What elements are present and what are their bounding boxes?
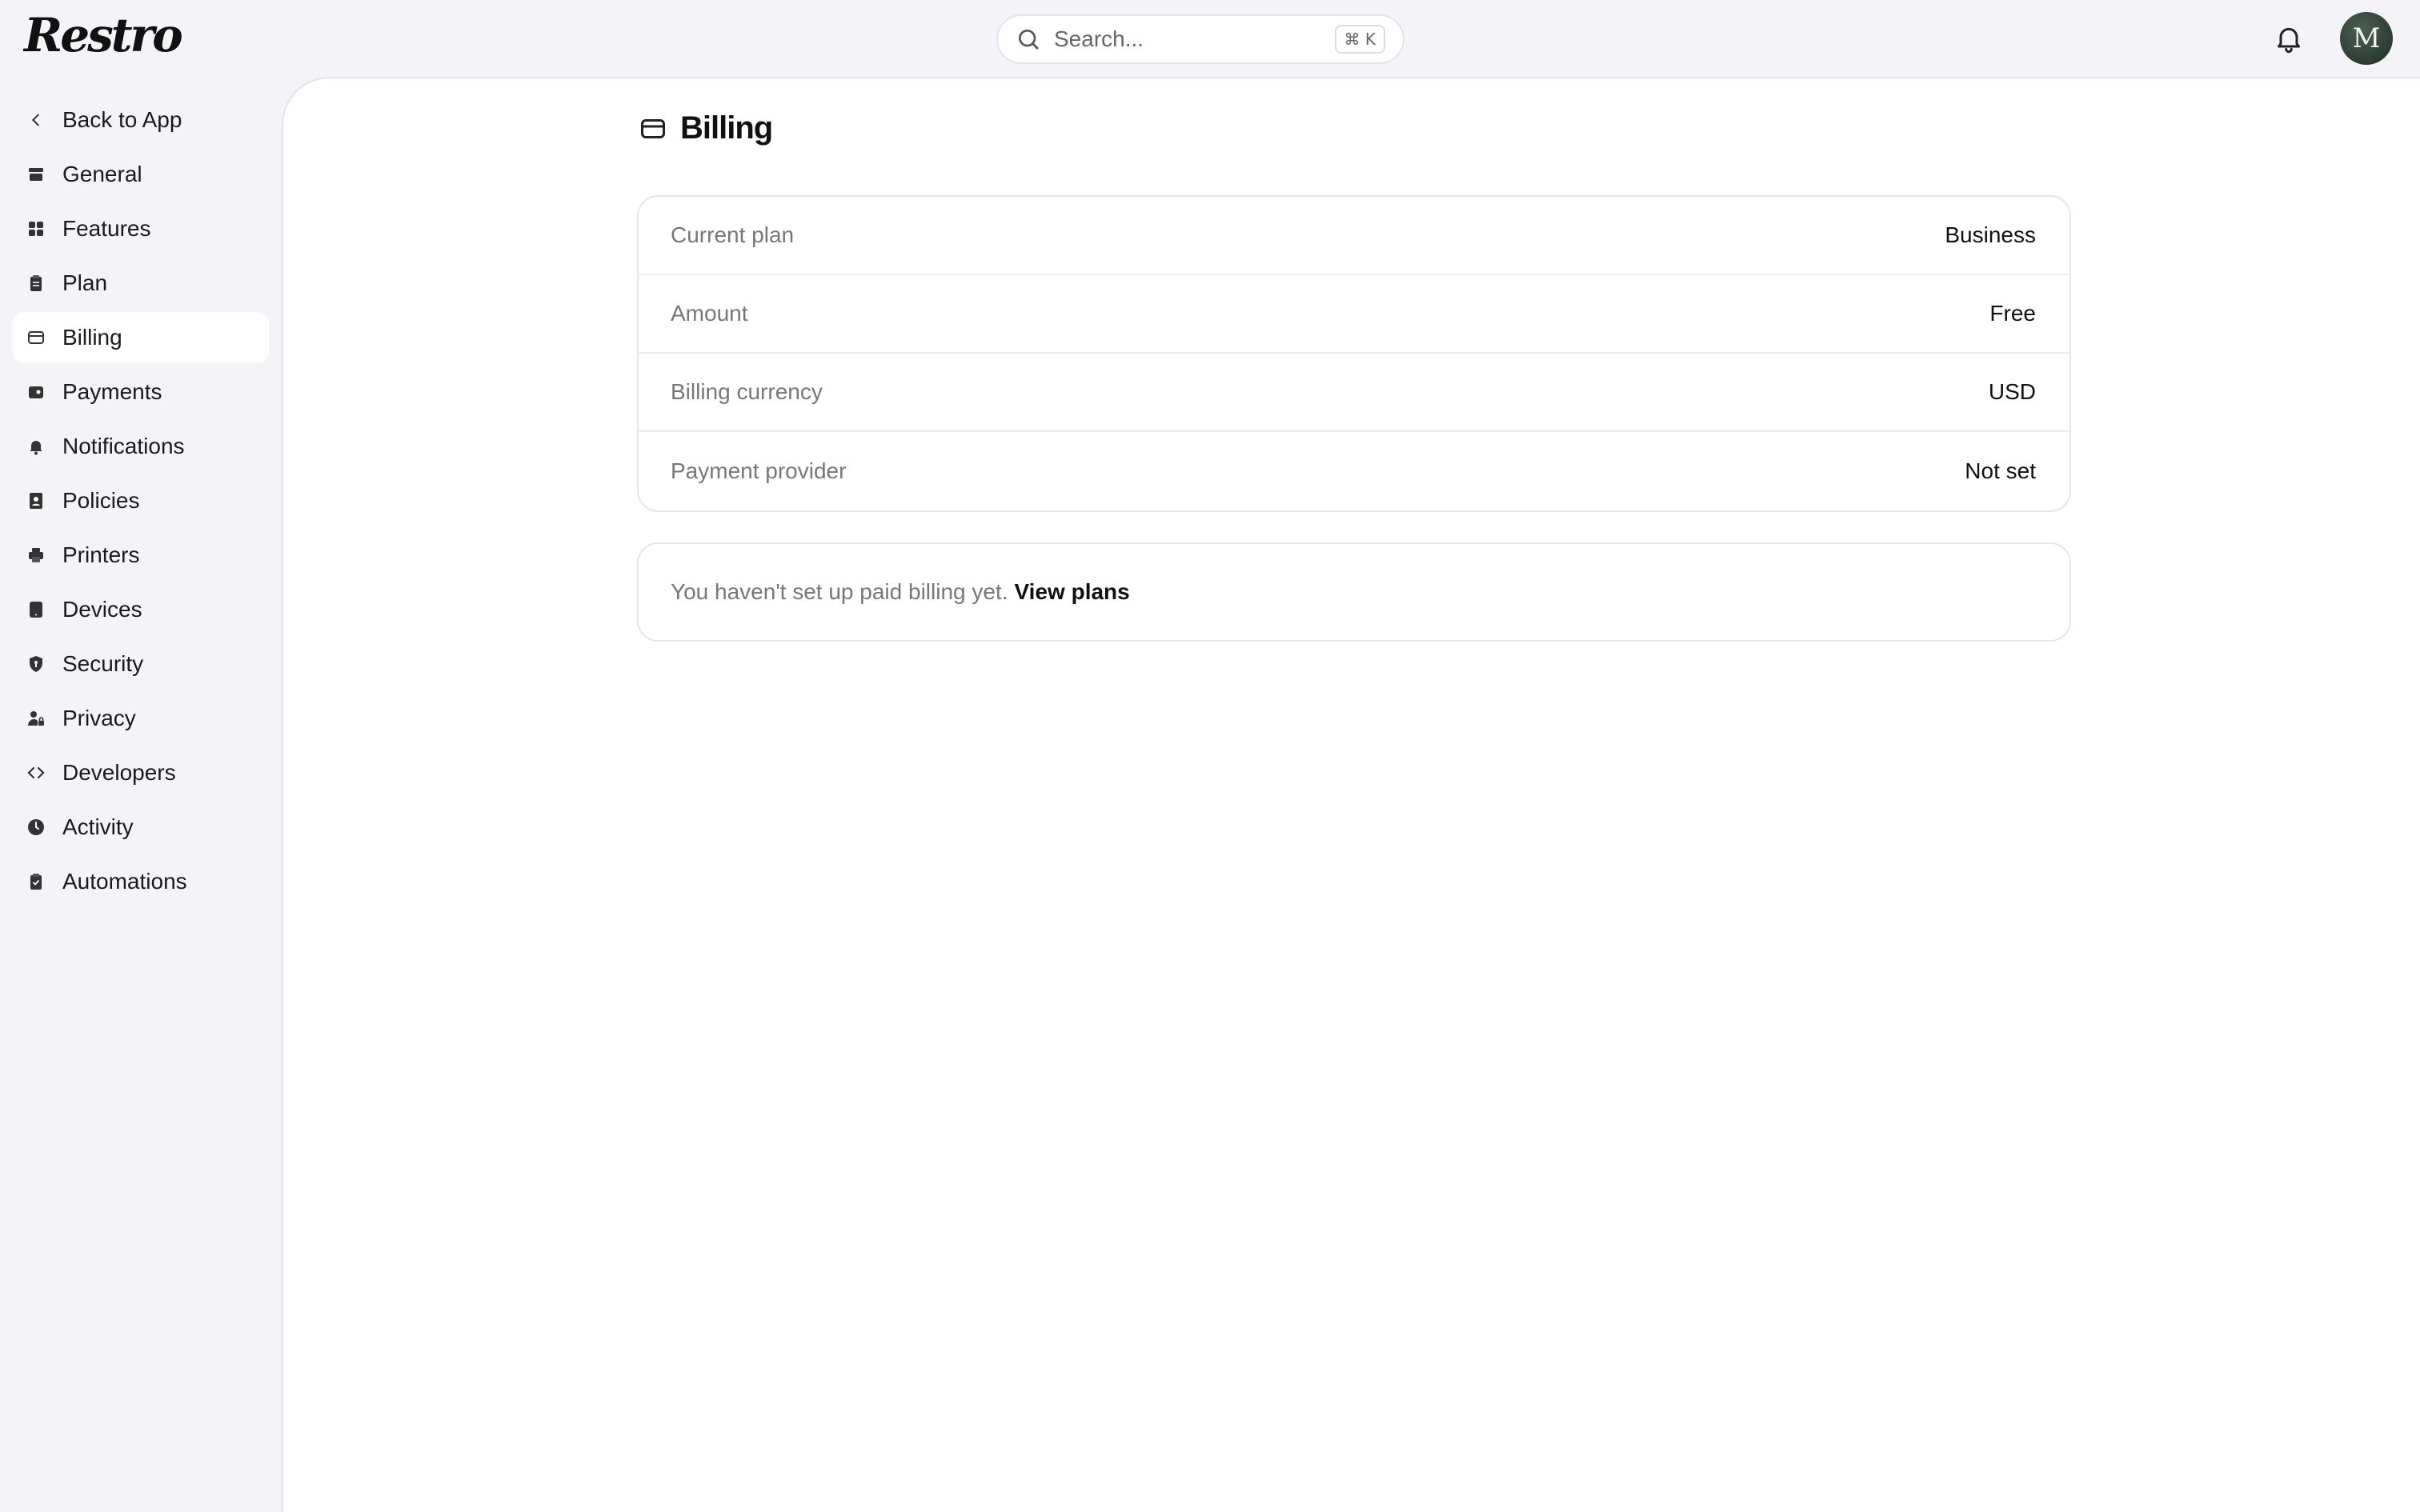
row-value: USD [1988, 379, 2036, 404]
billing-notice-card: You haven't set up paid billing yet. Vie… [637, 542, 2071, 642]
row-label: Amount [671, 301, 748, 326]
view-plans-link[interactable]: View plans [1015, 579, 1130, 605]
document-user-icon [26, 490, 46, 511]
wallet-icon [26, 382, 46, 402]
tablet-icon [26, 599, 46, 620]
sidebar-item-label: Security [62, 651, 144, 676]
billing-summary-card: Current plan Business Amount Free Billin… [637, 195, 2071, 512]
main-panel: Billing Current plan Business Amount Fre… [282, 77, 2420, 1512]
notifications-bell-icon[interactable] [2273, 21, 2305, 56]
sidebar-item-label: Automations [62, 869, 187, 894]
sidebar-item-developers[interactable]: Developers [13, 747, 269, 798]
sidebar-item-automations[interactable]: Automations [13, 856, 269, 907]
row-label: Billing currency [671, 379, 823, 404]
row-value: Business [1945, 222, 2036, 247]
sidebar-item-label: Policies [62, 488, 140, 513]
sidebar-item-label: Plan [62, 270, 108, 295]
app-logo[interactable]: Restro [24, 8, 183, 62]
page-title: Billing [680, 110, 773, 146]
sidebar-item-privacy[interactable]: Privacy [13, 693, 269, 744]
sidebar-item-printers[interactable]: Printers [13, 530, 269, 581]
search-placeholder: Search... [1054, 26, 1144, 51]
sidebar-item-label: Features [62, 216, 151, 241]
row-label: Payment provider [671, 458, 847, 483]
row-label: Current plan [671, 222, 795, 247]
notice-message: You haven't set up paid billing yet. [671, 579, 1008, 604]
grid-icon [26, 218, 46, 239]
user-avatar[interactable]: M [2340, 12, 2393, 65]
sidebar-item-label: Developers [62, 760, 176, 785]
sidebar-item-plan[interactable]: Plan [13, 258, 269, 309]
printer-icon [26, 545, 46, 566]
sidebar-item-security[interactable]: Security [13, 638, 269, 690]
sidebar-item-devices[interactable]: Devices [13, 584, 269, 635]
sidebar-item-label: General [62, 162, 142, 186]
sidebar-item-label: Back to App [62, 107, 182, 132]
clipboard-check-icon [26, 871, 46, 892]
billing-row-payment-provider: Payment provider Not set [639, 432, 2069, 510]
billing-row-amount: Amount Free [639, 275, 2069, 354]
row-value: Free [1989, 301, 2036, 326]
clipboard-icon [26, 273, 46, 294]
billing-row-current-plan: Current plan Business [639, 197, 2069, 275]
sidebar-item-label: Devices [62, 597, 142, 622]
user-lock-icon [26, 708, 46, 729]
sidebar-item-features[interactable]: Features [13, 203, 269, 254]
sidebar-item-label: Privacy [62, 706, 136, 730]
sidebar-item-payments[interactable]: Payments [13, 366, 269, 418]
credit-card-icon [26, 327, 46, 348]
store-icon [26, 164, 46, 185]
sidebar-item-notifications[interactable]: Notifications [13, 421, 269, 472]
search-input[interactable]: Search... ⌘ K [996, 14, 1404, 64]
sidebar-item-general[interactable]: General [13, 149, 269, 200]
sidebar-item-label: Payments [62, 379, 162, 404]
bell-icon [26, 436, 46, 457]
sidebar-item-policies[interactable]: Policies [13, 475, 269, 526]
sidebar-item-billing[interactable]: Billing [13, 312, 269, 363]
row-value: Not set [1965, 458, 2036, 483]
code-icon [26, 762, 46, 783]
sidebar-item-label: Notifications [62, 434, 185, 458]
search-icon [1019, 30, 1039, 50]
shield-icon [26, 654, 46, 674]
page-header: Billing [639, 110, 773, 146]
credit-card-icon [641, 118, 665, 138]
clock-icon [26, 817, 46, 838]
chevron-left-icon [26, 110, 46, 130]
sidebar-item-activity[interactable]: Activity [13, 802, 269, 853]
search-shortcut-badge: ⌘ K [1334, 25, 1385, 54]
sidebar-item-label: Billing [62, 325, 122, 350]
top-bar: Restro Search... ⌘ K M [0, 0, 2420, 77]
sidebar-item-back-to-app[interactable]: Back to App [13, 94, 269, 146]
sidebar-item-label: Printers [62, 542, 140, 567]
sidebar-item-label: Activity [62, 814, 134, 839]
billing-row-currency: Billing currency USD [639, 354, 2069, 432]
